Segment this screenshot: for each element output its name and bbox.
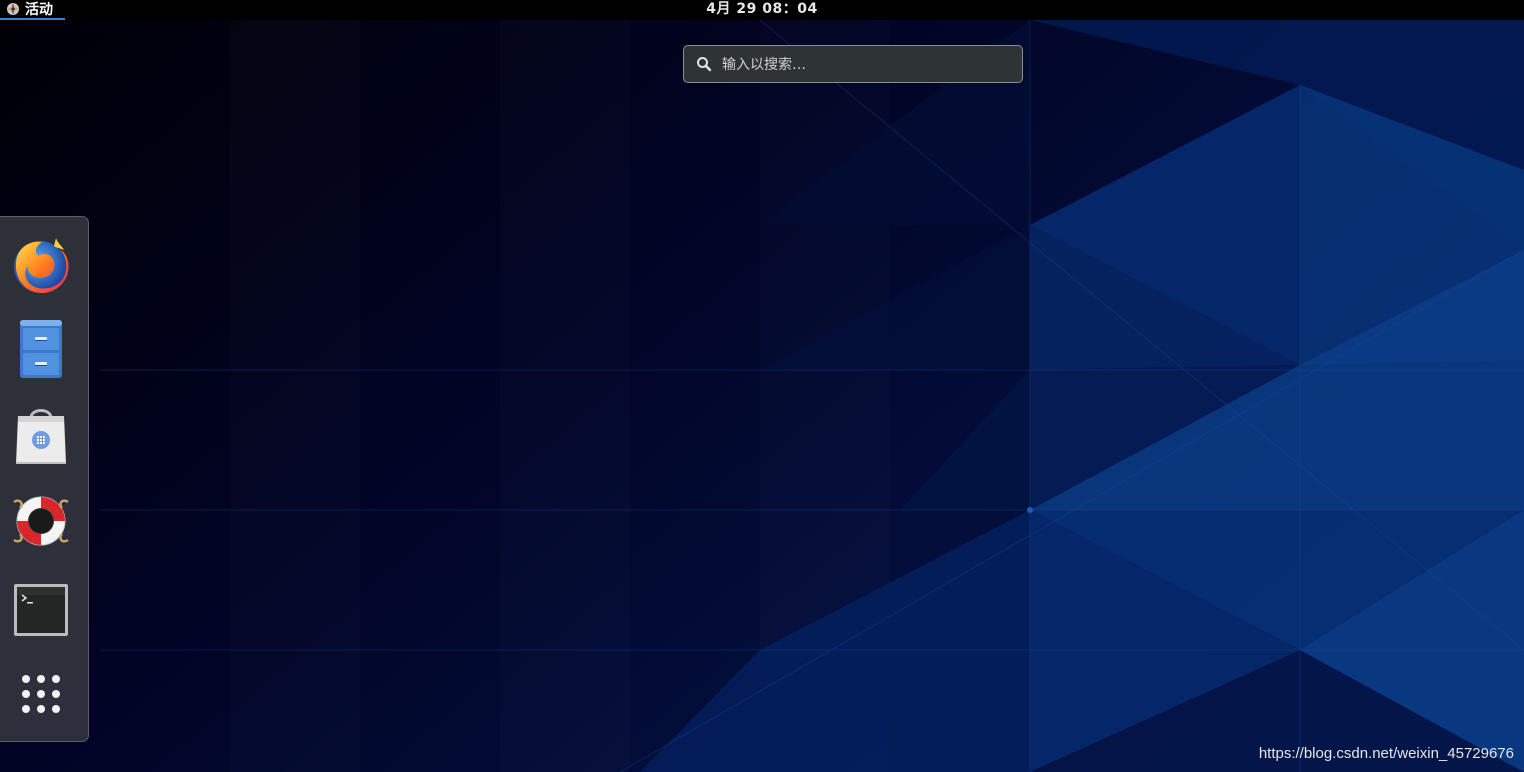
search-input[interactable]: 输入以搜索…: [683, 45, 1023, 83]
dock-item-software[interactable]: [8, 402, 74, 468]
dock-item-show-applications[interactable]: [8, 661, 74, 727]
dock-item-terminal[interactable]: [8, 577, 74, 643]
app-grid-icon: [22, 675, 60, 713]
firefox-icon: [14, 238, 69, 294]
dock-item-files[interactable]: [8, 316, 74, 382]
search-placeholder: 输入以搜索…: [722, 57, 806, 73]
watermark-text: https://blog.csdn.net/weixin_45729676: [1258, 745, 1514, 762]
software-bag-icon: [16, 409, 66, 464]
top-bar: 活动 4月 29 08：04: [0, 0, 1524, 20]
file-cabinet-icon: [20, 320, 62, 378]
lifebuoy-icon: [13, 496, 69, 546]
desktop-overview: 活动 4月 29 08：04 输入以搜索… https://blog.csdn.…: [0, 0, 1524, 772]
dock-item-firefox[interactable]: [8, 232, 74, 298]
terminal-icon: [14, 584, 68, 636]
search-icon: [697, 57, 712, 72]
wallpaper: [0, 0, 1524, 772]
dock-item-help[interactable]: [8, 488, 74, 554]
dash-dock: [0, 216, 89, 742]
clock[interactable]: 4月 29 08：04: [0, 0, 1524, 20]
